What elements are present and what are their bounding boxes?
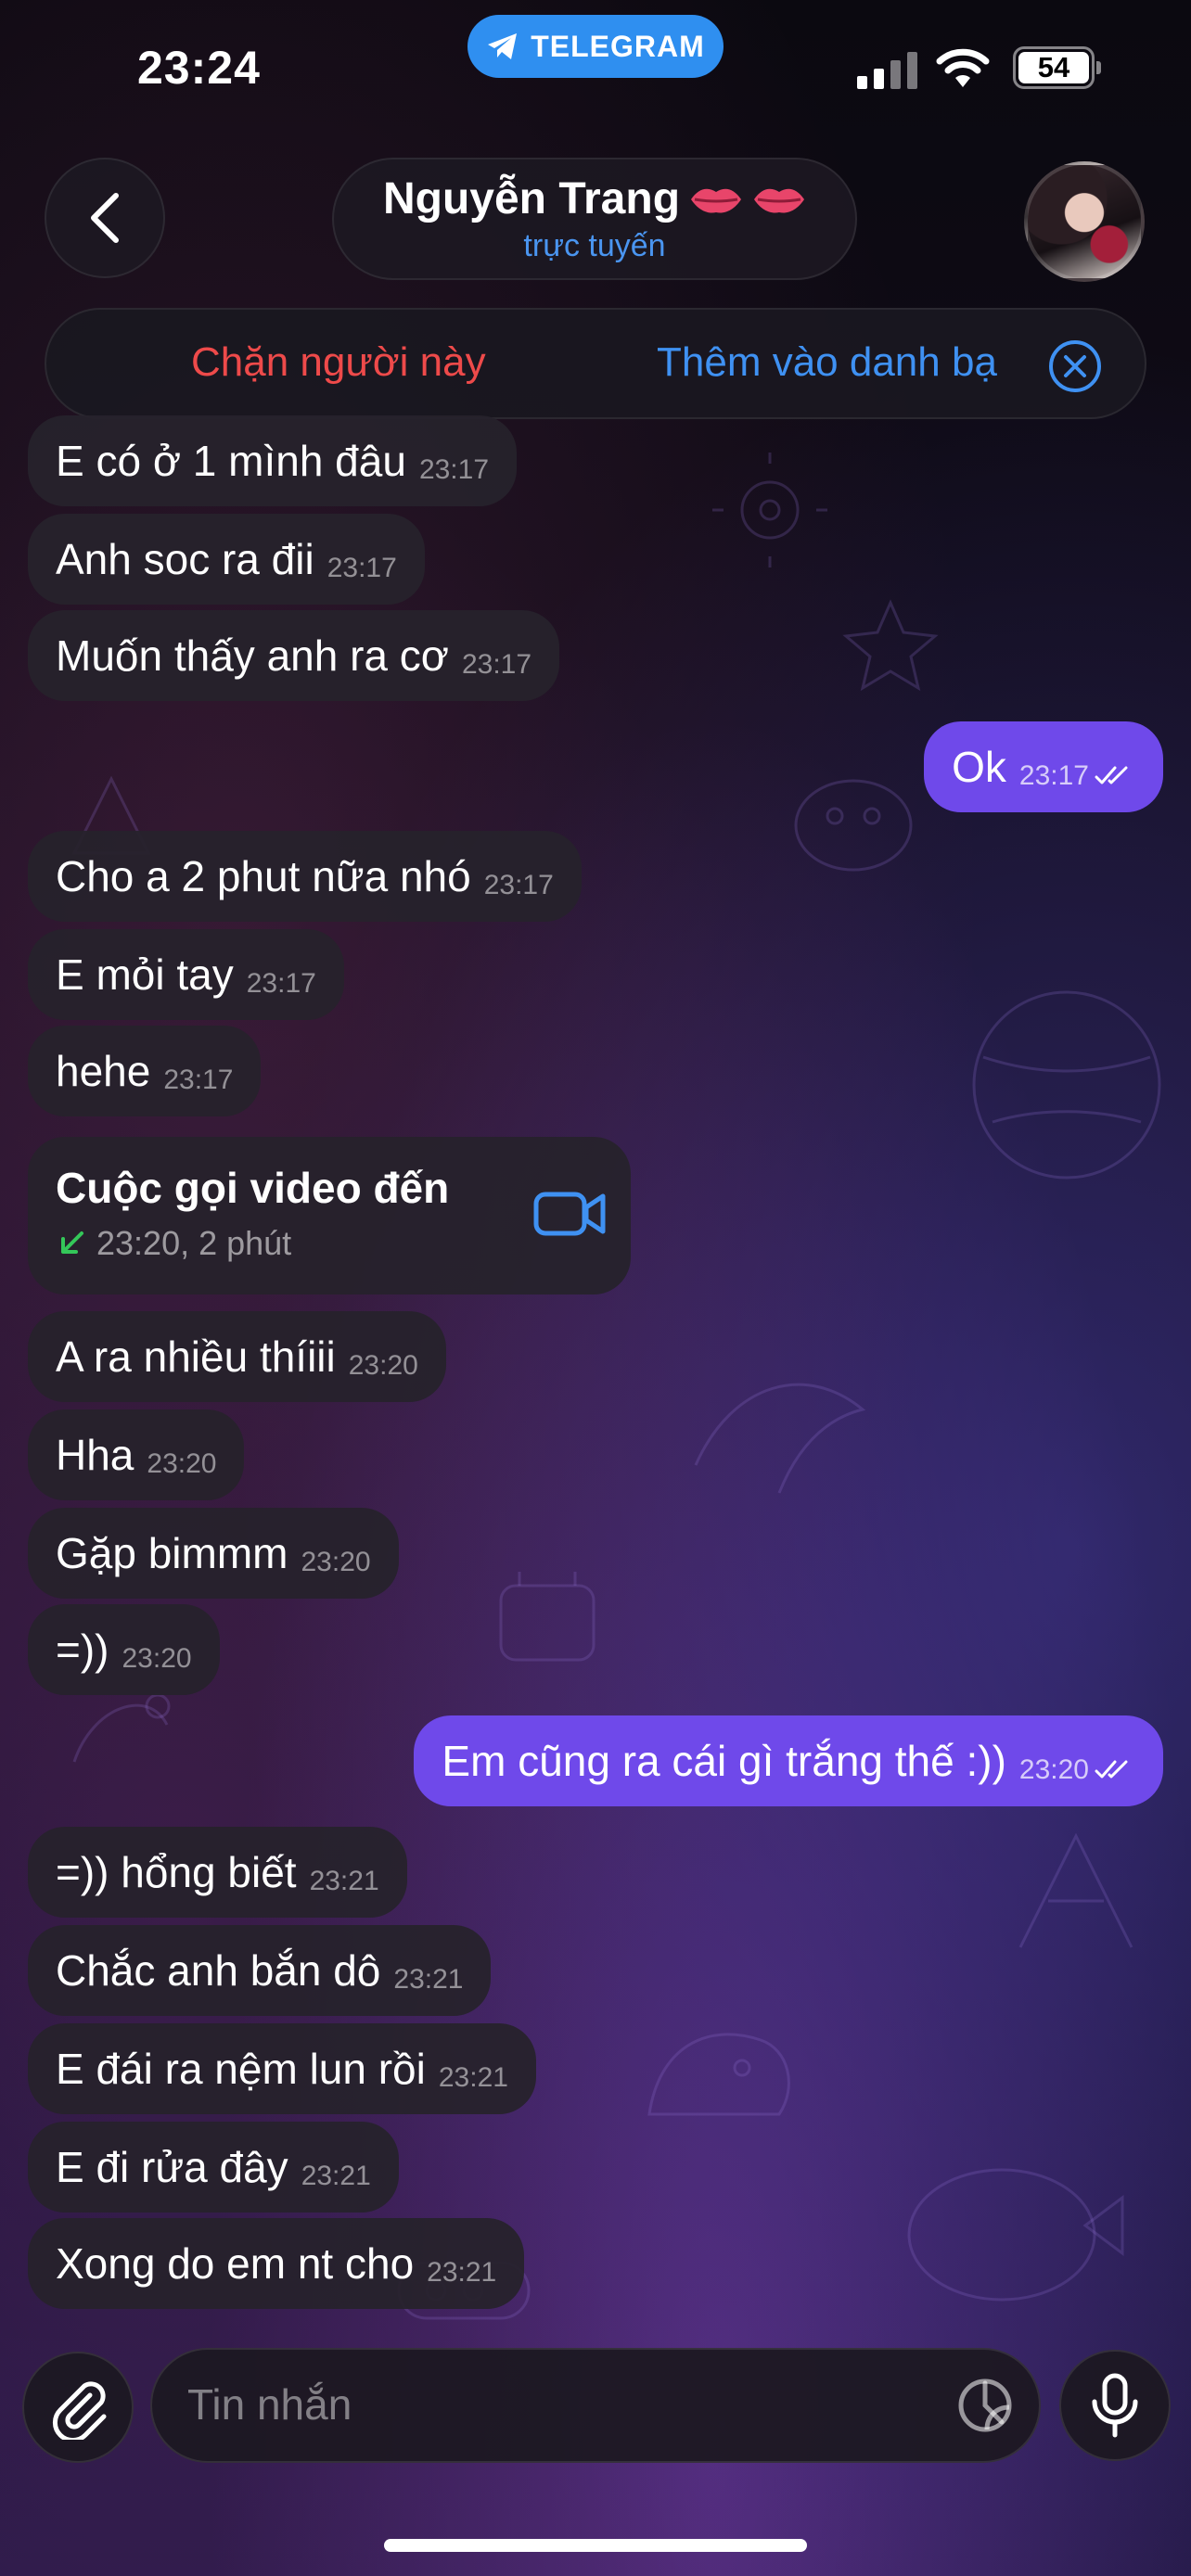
add-to-contacts-button[interactable]: Thêm vào danh bạ [657,339,997,386]
message-time: 23:17 [418,454,490,485]
home-indicator [384,2539,807,2552]
message-bubble-incoming[interactable]: =)) hổng biết 23:21 [28,1827,407,1918]
message-time: 23:17 [461,649,532,680]
contact-name: Nguyễn Trang [382,174,681,223]
message-text: Gặp bimmm [56,1529,288,1577]
sticker-icon[interactable] [955,2376,1015,2435]
microphone-icon [1092,2373,1138,2438]
incoming-video-call-bubble[interactable]: Cuộc gọi video đến 23:20, 2 phút [28,1137,631,1294]
telegram-pill[interactable]: TELEGRAM [467,15,724,78]
wifi-icon [936,48,990,87]
message-bubble-outgoing[interactable]: Ok 23:17 [924,721,1163,812]
message-text: A ra nhiều thíiii [56,1333,336,1381]
message-time: 23:20 [1018,1754,1089,1785]
message-time: 23:17 [1018,760,1089,791]
message-text: =)) hổng biết [56,1848,297,1896]
back-button[interactable] [45,158,165,278]
message-time: 23:17 [483,870,554,900]
message-time: 23:20 [122,1643,192,1674]
message-bubble-incoming[interactable]: Hha 23:20 [28,1409,245,1500]
chat-title[interactable]: Nguyễn Trang trực tuyến [332,158,857,280]
message-bubble-incoming[interactable]: Anh soc ra đii 23:17 [28,514,425,605]
battery-icon: 54 [1013,46,1101,89]
message-time: 23:17 [163,1065,234,1095]
status-bar: 23:24 TELEGRAM 54 [0,0,1191,139]
message-bubble-incoming[interactable]: A ra nhiều thíiii 23:20 [28,1311,446,1402]
call-meta-row: 23:20, 2 phút [56,1224,291,1263]
message-text: Xong do em nt cho [56,2239,415,2288]
message-bubble-incoming[interactable]: Gặp bimmm 23:20 [28,1508,399,1599]
lips-emoji-icon [754,188,805,212]
message-bubble-incoming[interactable]: E mỏi tay 23:17 [28,929,344,1020]
message-text: E mỏi tay [56,950,234,999]
message-time: 23:17 [327,553,397,583]
message-time: 23:21 [301,2161,371,2191]
message-text: Anh soc ra đii [56,535,314,583]
video-camera-icon[interactable] [532,1187,607,1241]
close-icon[interactable] [1048,339,1102,393]
block-user-button[interactable]: Chặn người này [191,339,486,386]
message-bubble-incoming[interactable]: =)) 23:20 [28,1604,220,1695]
telegram-pill-label: TELEGRAM [531,29,705,63]
attach-button[interactable] [22,2352,134,2463]
message-text: Em cũng ra cái gì trắng thế :)) [442,1737,1006,1785]
message-input[interactable]: Tin nhắn [150,2348,1041,2463]
new-contact-action-bar: Chặn người này Thêm vào danh bạ [45,308,1146,419]
message-time: 23:20 [348,1350,418,1381]
message-bubble-incoming[interactable]: Cho a 2 phut nữa nhó 23:17 [28,831,582,922]
battery-level: 54 [1018,52,1089,83]
message-time: 23:17 [246,968,316,999]
paperclip-icon [52,2381,107,2440]
message-text: Hha [56,1431,134,1479]
message-text: E đi rửa đây [56,2143,288,2191]
telegram-icon [488,33,518,59]
incoming-arrow-icon [61,1231,83,1254]
message-text: Ok [952,743,1006,791]
chevron-left-icon [91,193,119,243]
message-bubble-incoming[interactable]: E đái ra nệm lun rồi 23:21 [28,2023,536,2114]
message-time: 23:21 [393,1964,464,1995]
avatar[interactable] [1024,161,1145,282]
contact-status: trực tuyến [523,228,666,263]
clock: 23:24 [137,42,261,94]
microphone-button[interactable] [1059,2350,1171,2461]
message-time: 23:20 [147,1448,217,1479]
message-text: E đái ra nệm lun rồi [56,2045,426,2093]
message-bubble-incoming[interactable]: E có ở 1 mình đâu 23:17 [28,415,518,506]
message-text: Chắc anh bắn dô [56,1946,381,1995]
message-time: 23:21 [427,2257,497,2288]
message-text: Cho a 2 phut nữa nhó [56,852,471,900]
message-time: 23:21 [438,2062,508,2093]
message-bubble-incoming[interactable]: Muốn thấy anh ra cơ 23:17 [28,610,560,701]
call-title: Cuộc gọi video đến [56,1164,450,1212]
message-bubble-incoming[interactable]: Xong do em nt cho 23:21 [28,2218,525,2309]
message-input-placeholder: Tin nhắn [187,2380,352,2429]
message-text: Muốn thấy anh ra cơ [56,631,449,680]
double-check-icon [1095,1760,1128,1779]
battery-tip [1096,61,1101,74]
lips-emoji-icon [691,188,742,212]
message-text: E có ở 1 mình đâu [56,437,406,485]
message-text: hehe [56,1047,151,1095]
message-bubble-incoming[interactable]: Chắc anh bắn dô 23:21 [28,1925,492,2016]
call-meta: 23:20, 2 phút [96,1224,292,1262]
contact-name-row: Nguyễn Trang [383,173,806,224]
message-bubble-incoming[interactable]: E đi rửa đây 23:21 [28,2122,399,2213]
message-text: =)) [56,1626,109,1674]
message-time: 23:20 [301,1547,371,1577]
message-time: 23:21 [309,1866,379,1896]
message-bubble-incoming[interactable]: hehe 23:17 [28,1026,262,1116]
cellular-signal-icon [857,52,917,89]
double-check-icon [1095,766,1128,784]
message-bubble-outgoing[interactable]: Em cũng ra cái gì trắng thế :)) 23:20 [414,1715,1163,1806]
